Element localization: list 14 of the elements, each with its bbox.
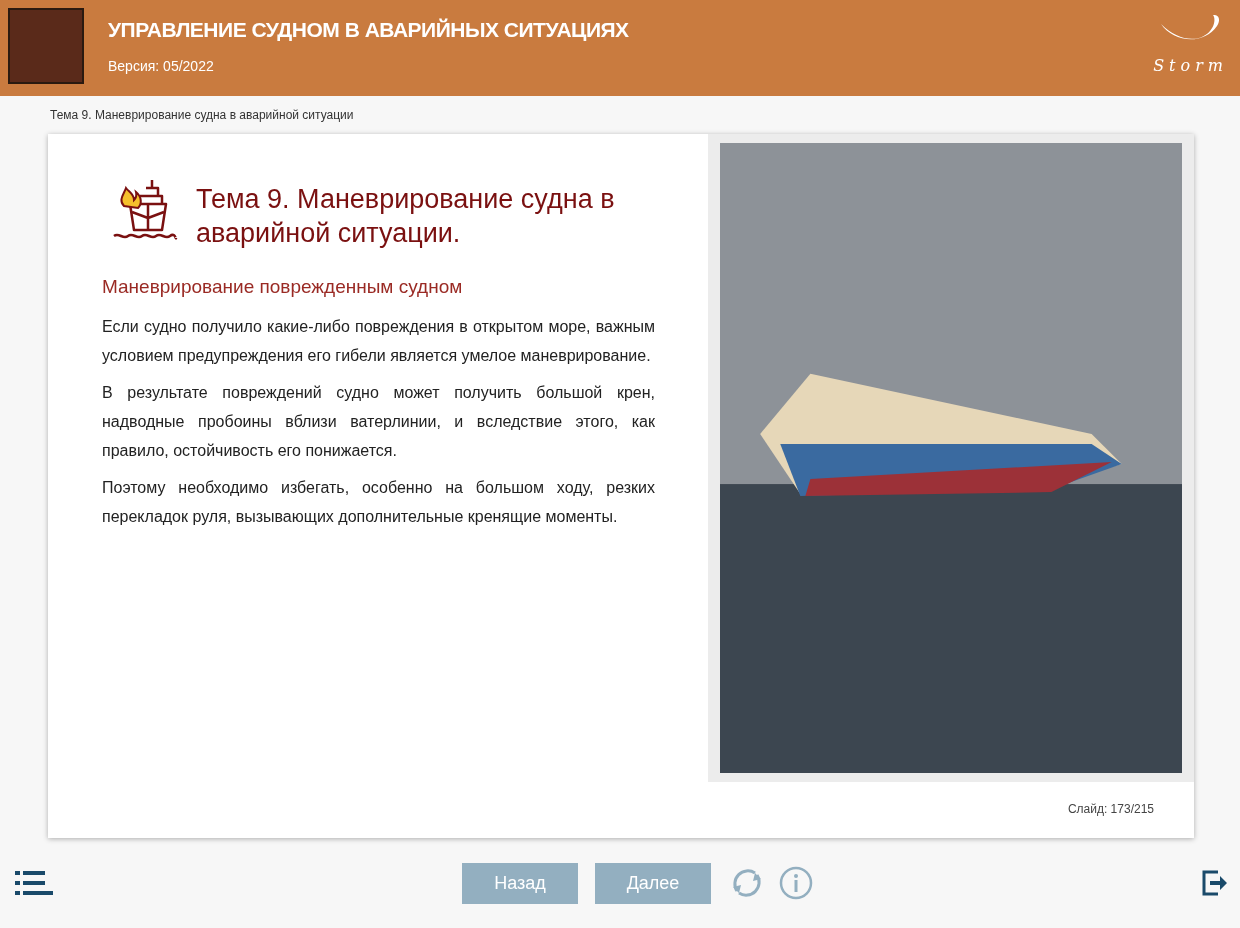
slide-title: Тема 9. Маневрирование судна в аварийной ситуации. xyxy=(196,183,616,250)
body-paragraph: В результате повреждений судно может получить большой крен, надводные пробоины вблизи ватерлинии, и вследствие этого, как правило, остойчивость его понижается. xyxy=(102,383,655,461)
slide-counter: Слайд: 173/215 xyxy=(1067,802,1154,816)
logo-text: Storm xyxy=(1153,56,1228,75)
breadcrumb: Тема 9. Маневрирование судна в аварийной ситуации xyxy=(50,108,355,124)
exit-icon[interactable] xyxy=(1202,870,1228,896)
version-label: Версия: 05/2022 xyxy=(108,58,215,74)
body-paragraph: Если судно получило какие-либо повреждения в открытом море, важным условием предупреждения его гибели является умелое маневрирование. xyxy=(102,317,655,366)
menu-icon[interactable] xyxy=(15,871,53,895)
slide-subtitle: Маневрирование поврежденным судном xyxy=(102,276,464,298)
body-paragraph: Поэтому необходимо избегать, особенно на большом ходу, резких перекладок руля, вызывающих дополнительные кренящие моменты. xyxy=(102,478,655,527)
nav-button[interactable]: Далее xyxy=(595,862,711,904)
course-title: УПРАВЛЕНИЕ СУДНОМ В АВАРИЙНЫХ СИТУАЦИЯХ xyxy=(108,18,630,42)
nav-button[interactable]: Назад xyxy=(462,862,578,904)
